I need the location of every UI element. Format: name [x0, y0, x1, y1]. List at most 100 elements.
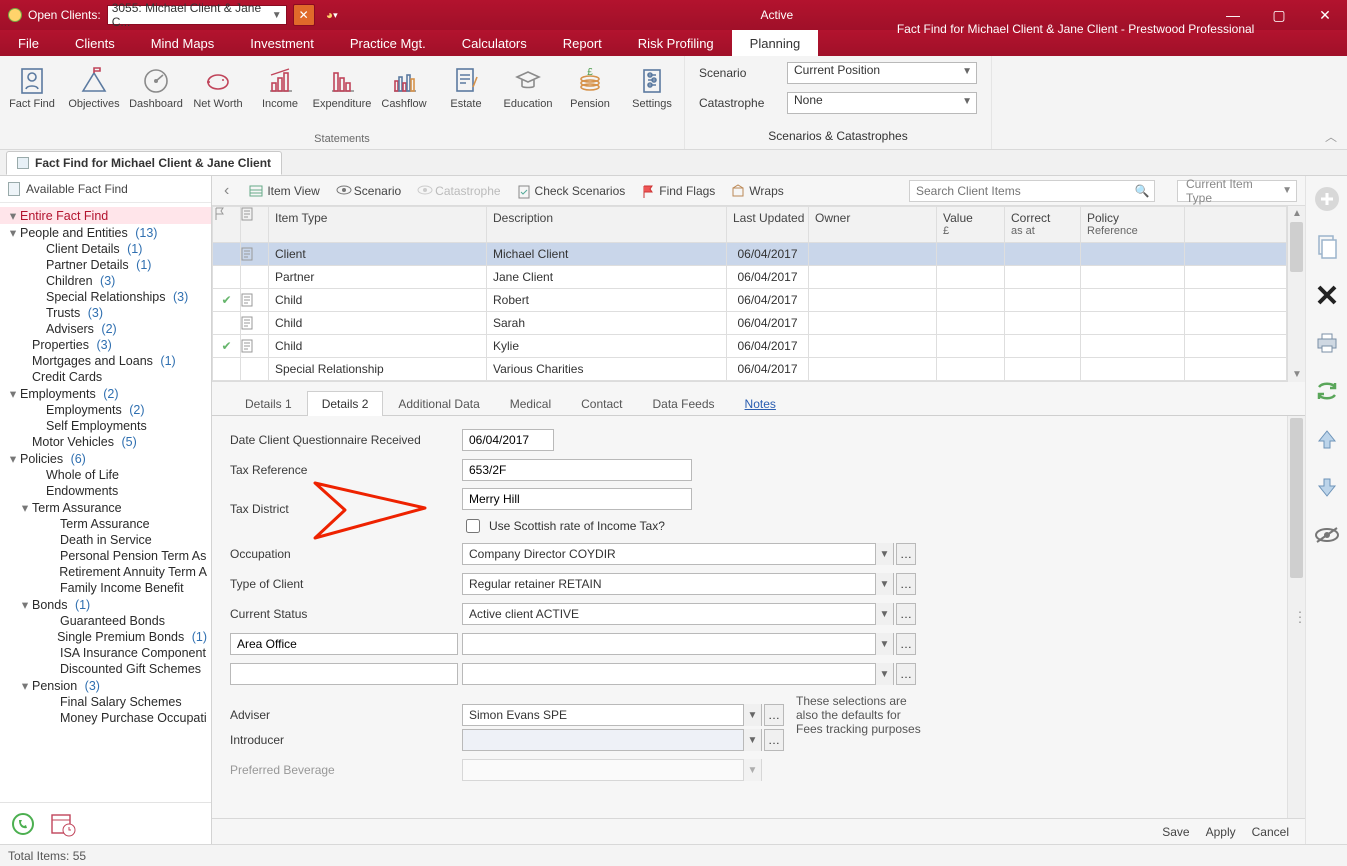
tab-contact[interactable]: Contact: [566, 391, 637, 416]
lookup-button[interactable]: …: [896, 603, 916, 625]
col-correct[interactable]: Correctas at: [1005, 207, 1081, 243]
tree-item[interactable]: ▾Employments (2): [0, 385, 211, 402]
combo-occupation[interactable]: Company Director COYDIR▼: [462, 543, 894, 565]
tree-item[interactable]: Children (3): [0, 273, 211, 289]
chevron-down-icon[interactable]: ▼: [875, 603, 893, 625]
tab-details2[interactable]: Details 2: [307, 391, 384, 416]
input-tax-district[interactable]: [462, 488, 692, 510]
checkbox-scottish-tax[interactable]: [466, 519, 480, 533]
tree-item[interactable]: Credit Cards: [0, 369, 211, 385]
tree-item[interactable]: ▾Term Assurance: [0, 499, 211, 516]
ribbon-settings[interactable]: Settings: [622, 60, 682, 133]
menu-mindmaps[interactable]: Mind Maps: [133, 30, 233, 56]
search-icon[interactable]: 🔍: [1130, 184, 1154, 198]
whatsapp-icon[interactable]: [10, 811, 36, 837]
catastrophe-select[interactable]: None▼: [787, 92, 977, 114]
combo-client-type[interactable]: Regular retainer RETAIN▼: [462, 573, 894, 595]
search-box[interactable]: 🔍: [909, 180, 1155, 202]
tree-item[interactable]: Trusts (3): [0, 305, 211, 321]
input-date-questionnaire[interactable]: [462, 429, 554, 451]
tree-item[interactable]: Mortgages and Loans (1): [0, 353, 211, 369]
lookup-button[interactable]: …: [764, 729, 784, 751]
col-item-type[interactable]: Item Type: [269, 207, 487, 243]
tree-item[interactable]: Death in Service: [0, 532, 211, 548]
menu-report[interactable]: Report: [545, 30, 620, 56]
table-row[interactable]: PartnerJane Client06/04/2017: [213, 266, 1287, 289]
tree-item[interactable]: Retirement Annuity Term A: [0, 564, 211, 580]
chevron-down-icon[interactable]: ▼: [743, 729, 761, 751]
menu-planning[interactable]: Planning: [732, 30, 819, 56]
lookup-button[interactable]: …: [896, 573, 916, 595]
refresh-icon[interactable]: [1314, 378, 1340, 404]
tool-checkscenarios[interactable]: Check Scenarios: [517, 184, 626, 198]
tree-item[interactable]: Motor Vehicles (5): [0, 434, 211, 450]
current-item-type-select[interactable]: Current Item Type▼: [1177, 180, 1297, 202]
ribbon-objectives[interactable]: Objectives: [64, 60, 124, 133]
delete-icon[interactable]: [1314, 282, 1340, 308]
maximize-button[interactable]: ▢: [1257, 0, 1301, 30]
ribbon-cashflow[interactable]: Cashflow: [374, 60, 434, 133]
chevron-down-icon[interactable]: ▼: [743, 704, 761, 726]
tab-datafeeds[interactable]: Data Feeds: [637, 391, 729, 416]
input-area-office-label[interactable]: [230, 633, 458, 655]
tree-item[interactable]: Final Salary Schemes: [0, 694, 211, 710]
drag-handle-icon[interactable]: ⋮: [1293, 609, 1307, 626]
lookup-button[interactable]: …: [764, 704, 784, 726]
move-down-icon[interactable]: [1314, 474, 1340, 500]
ribbon-pension[interactable]: £Pension: [560, 60, 620, 133]
table-row[interactable]: Special RelationshipVarious Charities06/…: [213, 358, 1287, 381]
menu-clients[interactable]: Clients: [57, 30, 133, 56]
lookup-button[interactable]: …: [896, 543, 916, 565]
table-row[interactable]: ClientMichael Client06/04/2017: [213, 243, 1287, 266]
menu-practice[interactable]: Practice Mgt.: [332, 30, 444, 56]
tree-item[interactable]: ▾Bonds (1): [0, 596, 211, 613]
cancel-button[interactable]: Cancel: [1252, 825, 1289, 839]
tree-item[interactable]: Money Purchase Occupati: [0, 710, 211, 726]
ribbon-collapse-icon[interactable]: ︿: [1325, 128, 1337, 145]
table-row[interactable]: ✔ChildKylie06/04/2017: [213, 335, 1287, 358]
ribbon-dashboard[interactable]: Dashboard: [126, 60, 186, 133]
tab-notes[interactable]: Notes: [730, 391, 791, 416]
menu-riskprofiling[interactable]: Risk Profiling: [620, 30, 732, 56]
open-clients-select[interactable]: 3055: Michael Client & Jane C... ▼: [107, 5, 287, 25]
tree-item[interactable]: Term Assurance: [0, 516, 211, 532]
chevron-down-icon[interactable]: ▼: [875, 573, 893, 595]
apply-button[interactable]: Apply: [1206, 825, 1236, 839]
tree-item[interactable]: Whole of Life: [0, 467, 211, 483]
tree-item[interactable]: ▾People and Entities (13): [0, 224, 211, 241]
ribbon-income[interactable]: Income: [250, 60, 310, 133]
chevron-down-icon[interactable]: ▼: [875, 663, 893, 685]
combo-custom[interactable]: ▼: [462, 663, 894, 685]
combo-introducer[interactable]: ▼: [462, 729, 762, 751]
document-tab[interactable]: Fact Find for Michael Client & Jane Clie…: [6, 151, 282, 175]
tree-item[interactable]: Endowments: [0, 483, 211, 499]
table-row[interactable]: ✔ChildRobert06/04/2017: [213, 289, 1287, 312]
visibility-off-icon[interactable]: [1314, 522, 1340, 548]
tool-wraps[interactable]: Wraps: [731, 184, 783, 198]
tree-item[interactable]: ISA Insurance Component: [0, 645, 211, 661]
ribbon-education[interactable]: Education: [498, 60, 558, 133]
move-up-icon[interactable]: [1314, 426, 1340, 452]
close-client-button[interactable]: ✕: [293, 4, 315, 26]
save-button[interactable]: Save: [1162, 825, 1189, 839]
scenario-select[interactable]: Current Position▼: [787, 62, 977, 84]
ribbon-networth[interactable]: Net Worth: [188, 60, 248, 133]
tree-item[interactable]: Guaranteed Bonds: [0, 613, 211, 629]
tab-details1[interactable]: Details 1: [230, 391, 307, 416]
tree-item[interactable]: Family Income Benefit: [0, 580, 211, 596]
print-icon[interactable]: [1314, 330, 1340, 356]
chevron-down-icon[interactable]: ▼: [875, 633, 893, 655]
menu-file[interactable]: File: [0, 30, 57, 56]
tool-itemview[interactable]: Item View: [249, 184, 319, 198]
combo-area-office[interactable]: ▼: [462, 633, 894, 655]
lookup-button[interactable]: …: [896, 663, 916, 685]
input-tax-reference[interactable]: [462, 459, 692, 481]
col-policy[interactable]: PolicyReference: [1081, 207, 1185, 243]
ribbon-estate[interactable]: Estate: [436, 60, 496, 133]
calendar-clock-icon[interactable]: [50, 811, 76, 837]
client-menu-button[interactable]: ◕▾: [321, 4, 343, 26]
col-value[interactable]: Value£: [937, 207, 1005, 243]
add-button[interactable]: [1314, 186, 1340, 212]
tree-item[interactable]: ▾Policies (6): [0, 450, 211, 467]
tree-item[interactable]: Properties (3): [0, 337, 211, 353]
